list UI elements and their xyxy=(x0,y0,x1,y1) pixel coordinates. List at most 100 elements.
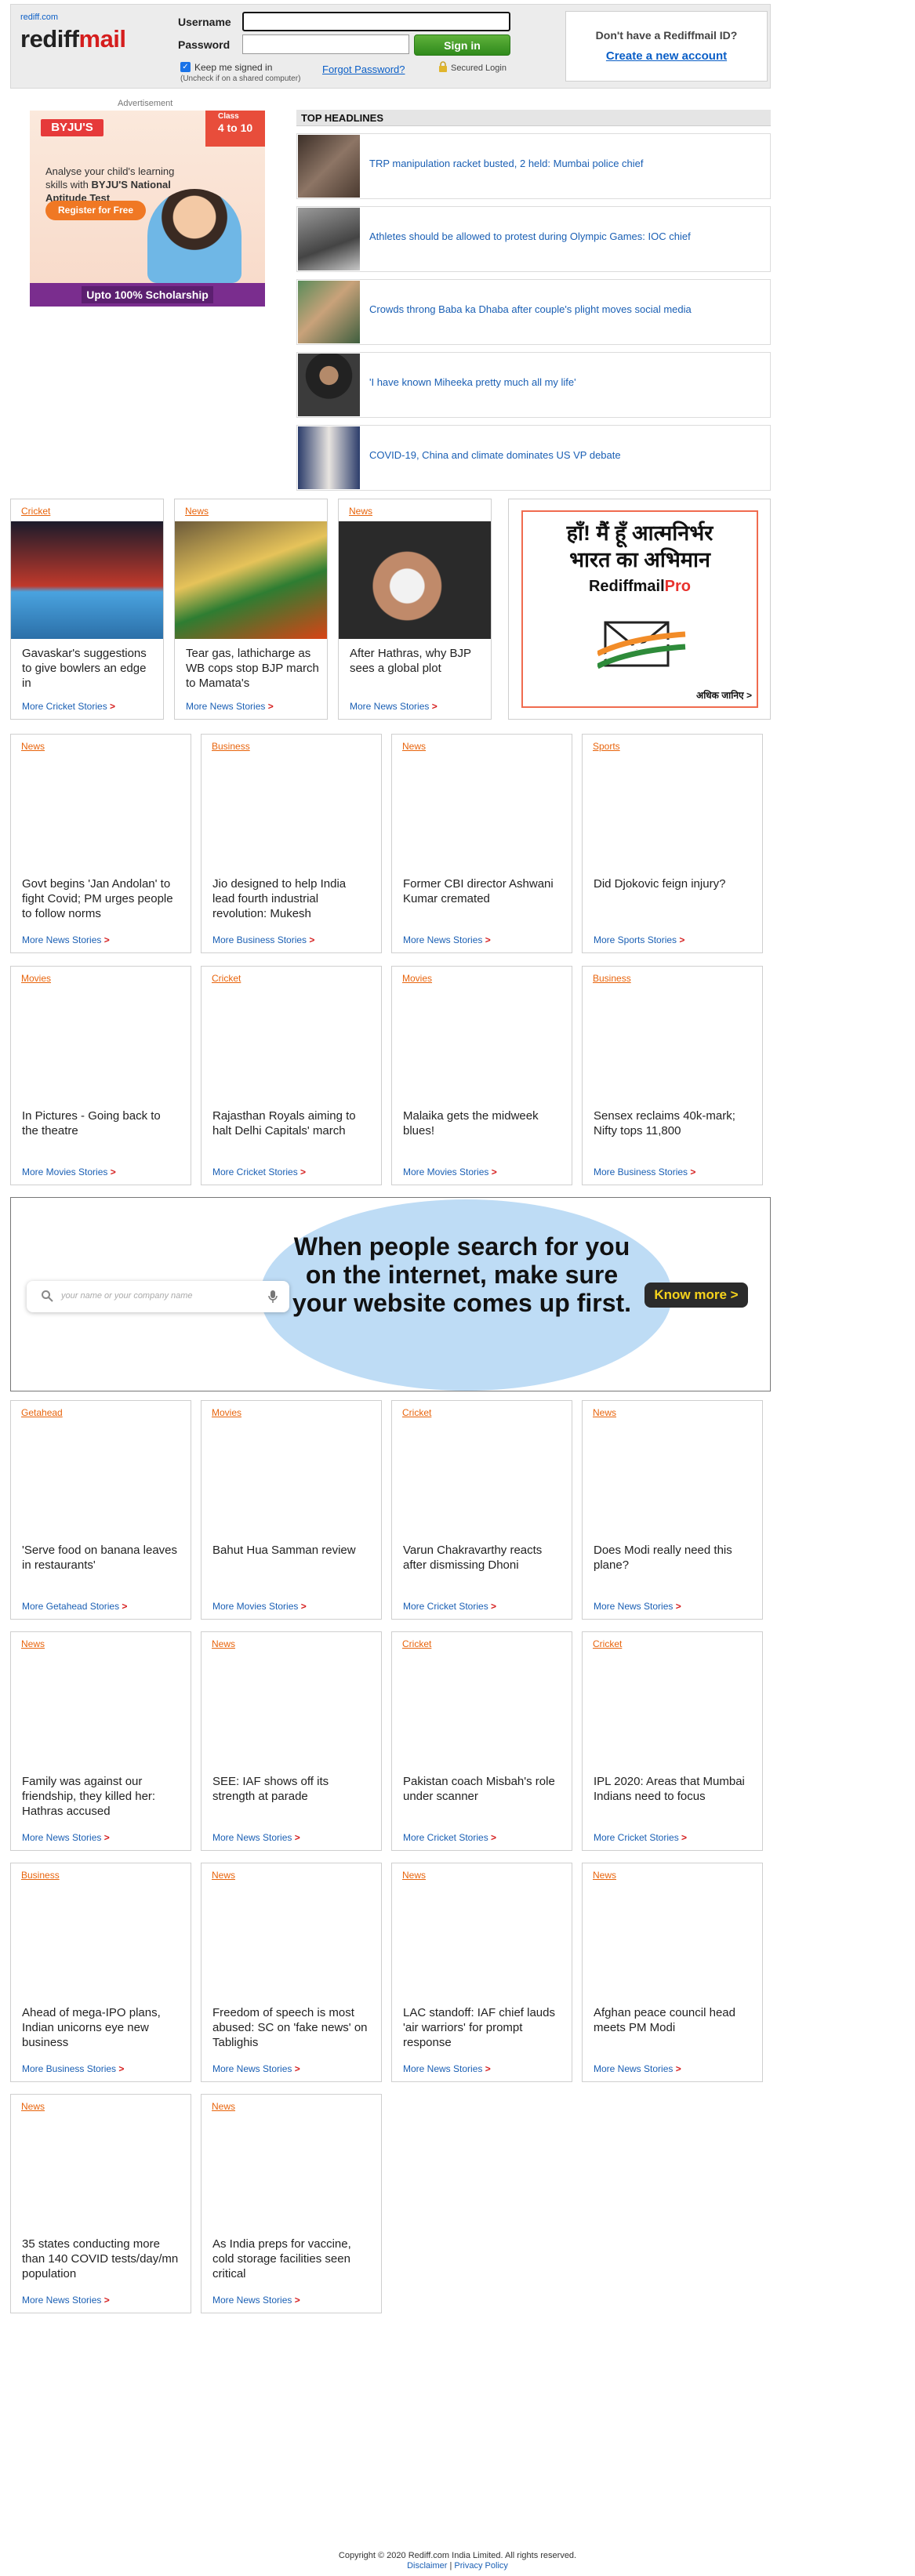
card-category[interactable]: Cricket xyxy=(402,1407,431,1418)
sign-in-button[interactable]: Sign in xyxy=(414,34,510,56)
news-card[interactable]: Cricket Pakistan coach Misbah's role unde… xyxy=(391,1631,572,1851)
news-card[interactable]: News LAC standoff: IAF chief lauds 'air w… xyxy=(391,1863,572,2082)
card-headline[interactable]: Rajasthan Royals aiming to halt Delhi Ca… xyxy=(212,1108,369,1138)
keep-signed-in-checkbox[interactable]: ✓ xyxy=(180,62,191,72)
headline-link[interactable]: Athletes should be allowed to protest du… xyxy=(369,230,691,242)
card-category[interactable]: News xyxy=(212,1638,235,1649)
more-stories-link[interactable]: More News Stories > xyxy=(22,1832,110,1843)
card-headline[interactable]: Afghan peace council head meets PM Modi xyxy=(594,2005,750,2035)
headline-link[interactable]: COVID-19, China and climate dominates US… xyxy=(369,449,621,461)
news-card[interactable]: News Afghan peace council head meets PM M… xyxy=(582,1863,763,2082)
news-card[interactable]: News Does Modi really need this plane? Mor… xyxy=(582,1400,763,1620)
card-category[interactable]: Business xyxy=(21,1870,60,1881)
register-free-button[interactable]: Register for Free xyxy=(45,201,146,220)
news-card[interactable]: News Govt begins 'Jan Andolan' to fight C… xyxy=(10,734,191,953)
card-category[interactable]: Business xyxy=(593,973,631,984)
more-stories-link[interactable]: More News Stories > xyxy=(350,701,438,712)
more-stories-link[interactable]: More News Stories > xyxy=(403,2063,491,2074)
news-card[interactable]: News After Hathras, why BJP sees a globa… xyxy=(338,499,492,720)
news-card[interactable]: News SEE: IAF shows off its strength at p… xyxy=(201,1631,382,1851)
card-headline[interactable]: IPL 2020: Areas that Mumbai Indians need… xyxy=(594,1774,750,1804)
headline-thumbnail[interactable] xyxy=(298,354,360,416)
more-stories-link[interactable]: More Sports Stories > xyxy=(594,934,684,945)
card-headline[interactable]: Former CBI director Ashwani Kumar cremat… xyxy=(403,876,560,906)
card-category[interactable]: News xyxy=(21,741,45,752)
news-card[interactable]: News Tear gas, lathicharge as WB cops st… xyxy=(174,499,328,720)
more-stories-link[interactable]: More Business Stories > xyxy=(212,934,314,945)
card-category[interactable]: News xyxy=(185,506,209,517)
news-card[interactable]: News As India preps for vaccine, cold sto… xyxy=(201,2094,382,2313)
more-stories-link[interactable]: More Getahead Stories > xyxy=(22,1601,127,1612)
headline-link[interactable]: TRP manipulation racket busted, 2 held: … xyxy=(369,158,644,169)
card-headline[interactable]: Varun Chakravarthy reacts after dismissi… xyxy=(403,1543,560,1573)
card-headline[interactable]: Malaika gets the midweek blues! xyxy=(403,1108,560,1138)
news-card[interactable]: Cricket IPL 2020: Areas that Mumbai India… xyxy=(582,1631,763,1851)
headline-link[interactable]: Crowds throng Baba ka Dhaba after couple… xyxy=(369,303,692,315)
byjus-advertisement[interactable]: BYJU'S Class 4 to 10 Analyse your child's… xyxy=(30,111,265,307)
card-headline[interactable]: In Pictures - Going back to the theatre xyxy=(22,1108,179,1138)
privacy-policy-link[interactable]: Privacy Policy xyxy=(454,2561,507,2571)
card-category[interactable]: News xyxy=(593,1407,616,1418)
more-stories-link[interactable]: More Movies Stories > xyxy=(403,1166,497,1177)
more-stories-link[interactable]: More Business Stories > xyxy=(594,1166,695,1177)
more-stories-link[interactable]: More Movies Stories > xyxy=(212,1601,307,1612)
more-stories-link[interactable]: More News Stories > xyxy=(212,1832,300,1843)
card-category[interactable]: Movies xyxy=(21,973,51,984)
card-headline[interactable]: Govt begins 'Jan Andolan' to fight Covid… xyxy=(22,876,179,921)
more-stories-link[interactable]: More Cricket Stories > xyxy=(403,1601,496,1612)
headline-row[interactable]: Crowds throng Baba ka Dhaba after couple… xyxy=(296,279,771,345)
card-category[interactable]: Cricket xyxy=(593,1638,622,1649)
news-card[interactable]: Cricket Varun Chakravarthy reacts after d… xyxy=(391,1400,572,1620)
card-headline[interactable]: Jio designed to help India lead fourth i… xyxy=(212,876,369,921)
card-category[interactable]: News xyxy=(21,1638,45,1649)
headline-thumbnail[interactable] xyxy=(298,135,360,198)
card-category[interactable]: News xyxy=(212,2101,235,2112)
news-card[interactable]: News Freedom of speech is most abused: SC… xyxy=(201,1863,382,2082)
news-card[interactable]: News Former CBI director Ashwani Kumar cr… xyxy=(391,734,572,953)
card-headline[interactable]: LAC standoff: IAF chief lauds 'air warri… xyxy=(403,2005,560,2050)
card-photo[interactable] xyxy=(339,521,491,639)
more-stories-link[interactable]: More Business Stories > xyxy=(22,2063,124,2074)
forgot-password-link[interactable]: Forgot Password? xyxy=(322,63,405,75)
more-stories-link[interactable]: More Cricket Stories > xyxy=(403,1832,496,1843)
card-headline[interactable]: Bahut Hua Samman review xyxy=(212,1543,369,1558)
card-headline[interactable]: Family was against our friendship, they … xyxy=(22,1774,179,1819)
card-headline[interactable]: Pakistan coach Misbah's role under scann… xyxy=(403,1774,560,1804)
news-card[interactable]: Cricket Rajasthan Royals aiming to halt D… xyxy=(201,966,382,1185)
more-stories-link[interactable]: More News Stories > xyxy=(594,2063,681,2074)
card-category[interactable]: Cricket xyxy=(402,1638,431,1649)
card-category[interactable]: News xyxy=(21,2101,45,2112)
card-headline[interactable]: SEE: IAF shows off its strength at parad… xyxy=(212,1774,369,1804)
headline-thumbnail[interactable] xyxy=(298,426,360,489)
more-stories-link[interactable]: More News Stories > xyxy=(186,701,274,712)
username-input[interactable] xyxy=(242,12,510,31)
card-photo[interactable] xyxy=(11,521,163,639)
rediff-home-link[interactable]: rediff.com xyxy=(20,13,58,22)
rediffmail-logo[interactable]: rediffmail xyxy=(20,25,126,53)
card-headline[interactable]: 35 states conducting more than 140 COVID… xyxy=(22,2237,179,2281)
more-stories-link[interactable]: More News Stories > xyxy=(403,934,491,945)
card-headline[interactable]: Ahead of mega-IPO plans, Indian unicorns… xyxy=(22,2005,179,2050)
card-headline[interactable]: Tear gas, lathicharge as WB cops stop BJ… xyxy=(186,646,319,691)
news-card[interactable]: Business Jio designed to help India lead … xyxy=(201,734,382,953)
card-headline[interactable]: Did Djokovic feign injury? xyxy=(594,876,750,891)
more-stories-link[interactable]: More News Stories > xyxy=(22,2295,110,2306)
password-input[interactable] xyxy=(242,34,409,54)
card-category[interactable]: News xyxy=(212,1870,235,1881)
card-category[interactable]: News xyxy=(349,506,372,517)
rediffmail-pro-ad[interactable]: हाँ! मैं हूँ आत्मनिर्भर भारत का अभिमान R… xyxy=(508,499,771,720)
headline-row[interactable]: 'I have known Miheeka pretty much all my… xyxy=(296,352,771,418)
news-card[interactable]: Movies Malaika gets the midweek blues! Mor… xyxy=(391,966,572,1185)
more-stories-link[interactable]: More News Stories > xyxy=(212,2295,300,2306)
headline-row[interactable]: Athletes should be allowed to protest du… xyxy=(296,206,771,272)
more-stories-link[interactable]: More Cricket Stories > xyxy=(22,701,115,712)
card-headline[interactable]: Does Modi really need this plane? xyxy=(594,1543,750,1573)
card-category[interactable]: Sports xyxy=(593,741,620,752)
news-card[interactable]: Business Ahead of mega-IPO plans, Indian … xyxy=(10,1863,191,2082)
news-card[interactable]: Getahead 'Serve food on banana leaves in … xyxy=(10,1400,191,1620)
card-headline[interactable]: Freedom of speech is most abused: SC on … xyxy=(212,2005,369,2050)
news-card[interactable]: Business Sensex reclaims 40k-mark; Nifty … xyxy=(582,966,763,1185)
card-headline[interactable]: Sensex reclaims 40k-mark; Nifty tops 11,… xyxy=(594,1108,750,1138)
news-card[interactable]: Movies In Pictures - Going back to the th… xyxy=(10,966,191,1185)
headline-thumbnail[interactable] xyxy=(298,281,360,343)
